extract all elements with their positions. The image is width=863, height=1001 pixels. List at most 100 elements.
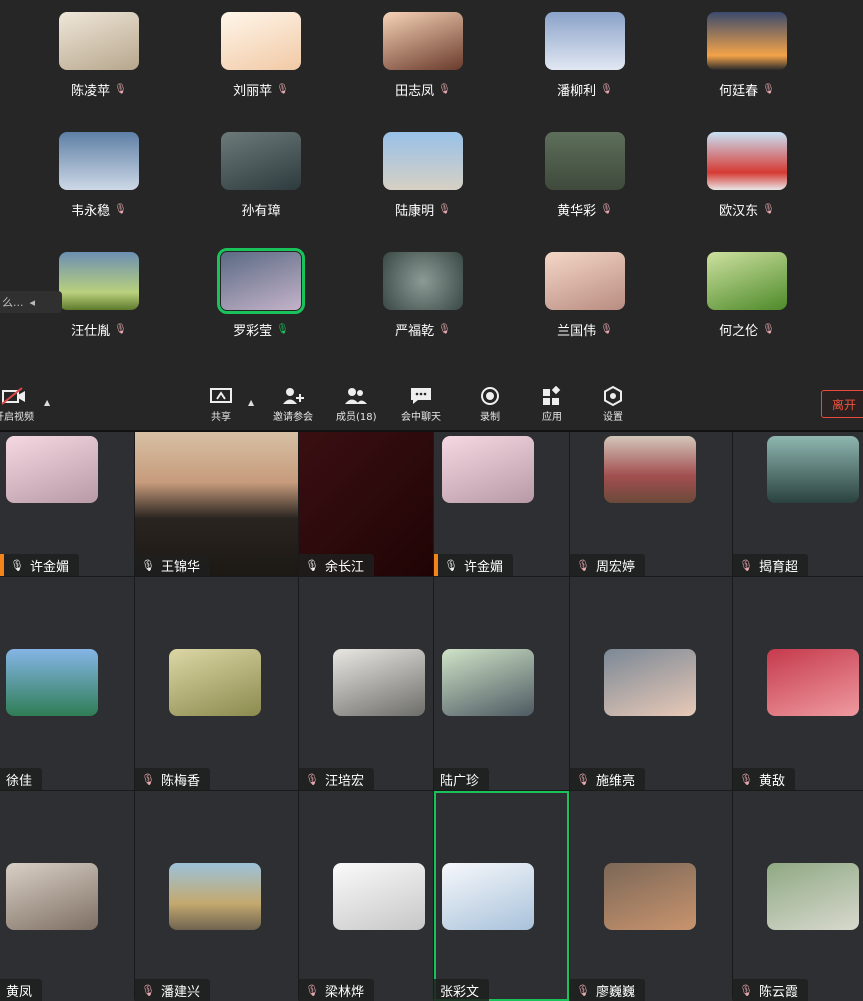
participant-tile[interactable]: 田志凤 🎙 — [342, 10, 504, 130]
participant-gallery: 陈凌苹🎙 刘丽苹🎙 田志凤🎙 潘柳利🎙 何廷春🎙 韦永稳🎙 孙有璋 — [0, 0, 863, 375]
participant-tile-speaking[interactable]: 罗彩莹 🎙 — [180, 248, 342, 370]
record-button[interactable]: 录制 — [478, 386, 502, 423]
avatar — [442, 649, 534, 716]
avatar — [767, 649, 859, 716]
video-tile[interactable]: 🎙 揭育超 — [733, 432, 863, 576]
participant-tile[interactable]: 严福乾 🎙 — [342, 250, 504, 370]
participant-tile[interactable]: 黄华彩 🎙 — [504, 130, 666, 250]
camera-off-icon — [0, 386, 28, 408]
members-icon — [343, 386, 369, 408]
video-tile[interactable]: 🎙 施维亮 — [570, 577, 732, 790]
video-tile[interactable]: 陆广珍 — [434, 577, 569, 790]
settings-button[interactable]: 设置 — [601, 385, 625, 423]
video-tile[interactable]: 🎙 梁林烨 — [299, 791, 433, 1001]
video-button[interactable]: 开启视频 — [0, 386, 34, 423]
participant-name: 黄凤 — [6, 984, 33, 1000]
participant-tile[interactable]: 何之伦 🎙 — [666, 250, 828, 370]
mic-muted-icon: 🎙 — [438, 324, 451, 335]
side-panel-tab[interactable]: 么... ◂ — [0, 291, 62, 313]
invite-label: 邀请参会 — [273, 412, 313, 423]
participant-name: 王锦华 — [160, 559, 200, 575]
participant-name: 兰国伟 — [557, 324, 597, 339]
video-tile-camera[interactable]: 🎙 王锦华 — [135, 432, 298, 576]
participant-name: 韦永稳 — [71, 204, 111, 219]
participant-tile[interactable]: 欧汉东 🎙 — [666, 130, 828, 250]
leave-label: 离开 — [831, 397, 856, 412]
caret-up-icon[interactable]: ▲ — [44, 398, 50, 407]
share-screen-icon — [209, 386, 233, 408]
participant-tile[interactable]: 陈凌苹 🎙 — [18, 10, 180, 130]
mic-muted-icon: 🎙 — [600, 84, 613, 95]
video-tile-speaking[interactable]: 张彩文 — [434, 791, 569, 1001]
participant-name: 施维亮 — [595, 773, 635, 789]
mic-muted-icon: 🎙 — [739, 983, 753, 997]
participant-tile[interactable]: 刘丽苹 🎙 — [180, 10, 342, 130]
chevron-left-icon: ◂ — [29, 295, 36, 309]
avatar — [545, 12, 625, 70]
participant-name: 何之伦 — [719, 324, 759, 339]
participant-name: 田志凤 — [395, 84, 435, 99]
participant-name: 汪仕胤 — [71, 324, 111, 339]
mic-muted-icon: 🎙 — [114, 84, 127, 95]
apps-label: 应用 — [542, 412, 562, 423]
participant-tile[interactable]: 何廷春 🎙 — [666, 10, 828, 130]
mic-muted-icon: 🎙 — [438, 84, 451, 95]
video-tile[interactable]: 徐佳 — [0, 577, 134, 790]
invite-button[interactable]: 邀请参会 — [273, 386, 313, 423]
avatar — [442, 436, 534, 503]
participant-tile[interactable]: 兰国伟 🎙 — [504, 250, 666, 370]
avatar — [6, 863, 98, 930]
video-tile[interactable]: 🎙 周宏婷 — [570, 432, 732, 576]
apps-button[interactable]: 应用 — [540, 385, 564, 423]
video-tile[interactable]: 🎙 陈梅香 — [135, 577, 298, 790]
mic-muted-icon: 🎙 — [305, 772, 319, 786]
mic-muted-icon: 🎙 — [739, 772, 753, 786]
participant-name: 陈梅香 — [160, 773, 200, 789]
leave-button[interactable]: 离开 — [821, 390, 863, 418]
avatar — [59, 12, 139, 70]
mic-muted-icon: 🎙 — [141, 772, 155, 786]
video-tile[interactable]: 🎙 许金媚 — [0, 432, 134, 576]
participant-tile[interactable]: 潘柳利 🎙 — [504, 10, 666, 130]
participant-tile[interactable]: 孙有璋 — [180, 130, 342, 250]
participant-name: 孙有璋 — [241, 204, 281, 219]
avatar — [6, 436, 98, 503]
mic-muted-icon: 🎙 — [762, 324, 775, 335]
participant-name: 陆广珍 — [440, 773, 480, 789]
side-tab-label: 么... — [2, 296, 24, 309]
video-tile[interactable]: 🎙 黄敌 — [733, 577, 863, 790]
participant-tile[interactable]: 陆康明 🎙 — [342, 130, 504, 250]
meeting-toolbar: 开启视频 ▲ 共享 ▲ 邀请参会 成员(18) 会中聊天 录制 — [0, 382, 863, 428]
caret-up-icon[interactable]: ▲ — [248, 398, 254, 407]
video-tile[interactable]: 🎙 汪培宏 — [299, 577, 433, 790]
avatar — [333, 863, 425, 930]
participant-name: 何廷春 — [719, 84, 759, 99]
share-button[interactable]: 共享 — [209, 386, 233, 423]
mic-icon: 🎙 — [444, 558, 458, 572]
participant-name: 罗彩莹 — [233, 324, 273, 339]
video-grid: 🎙 许金媚 🎙 王锦华 🎙 余长江 🎙 许金媚 🎙 周宏婷 🎙 揭育超 徐佳 🎙 陈梅香 🎙 汪… — [0, 432, 863, 1001]
avatar — [59, 132, 139, 190]
mic-icon: 🎙 — [305, 558, 319, 572]
mic-muted-icon: 🎙 — [762, 204, 775, 215]
avatar — [383, 252, 463, 310]
avatar — [767, 436, 859, 503]
members-button[interactable]: 成员(18) — [336, 386, 377, 423]
video-tile[interactable]: 🎙 廖巍巍 — [570, 791, 732, 1001]
video-tile[interactable]: 黄凤 — [0, 791, 134, 1001]
participant-name: 许金媚 — [29, 559, 69, 575]
avatar — [169, 863, 261, 930]
video-tile[interactable]: 🎙 许金媚 — [434, 432, 569, 576]
participant-name: 张彩文 — [440, 984, 480, 1000]
avatar — [6, 649, 98, 716]
apps-icon — [540, 385, 564, 408]
chat-icon — [409, 386, 433, 408]
participant-tile[interactable]: 韦永稳 🎙 — [18, 130, 180, 250]
video-tile[interactable]: 🎙 潘建兴 — [135, 791, 298, 1001]
video-tile[interactable]: 🎙 陈云霞 — [733, 791, 863, 1001]
chat-button[interactable]: 会中聊天 — [401, 386, 441, 423]
avatar — [221, 12, 301, 70]
video-tile-camera[interactable]: 🎙 余长江 — [299, 432, 433, 576]
members-label: 成员(18) — [336, 412, 377, 423]
mic-muted-icon: 🎙 — [576, 772, 590, 786]
